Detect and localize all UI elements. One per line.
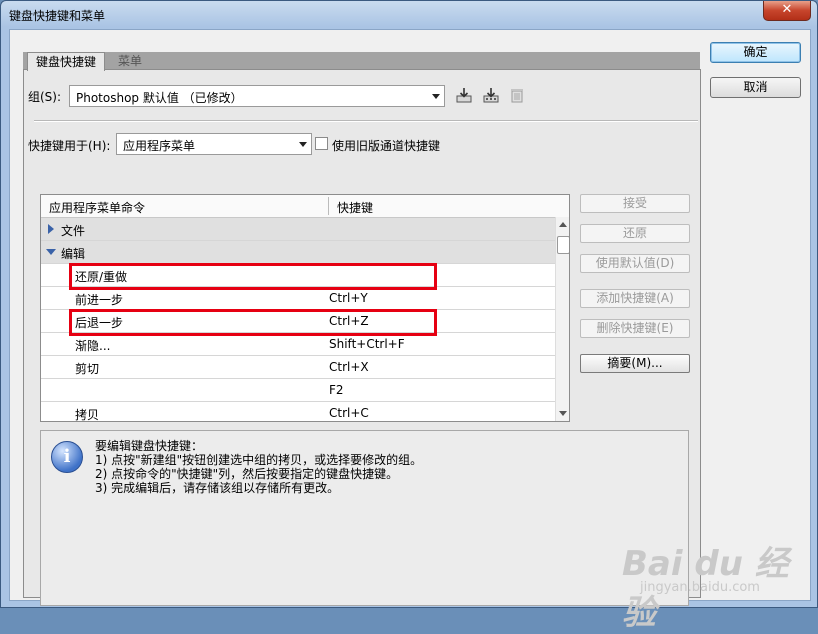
- row-command: 渐隐...: [75, 339, 111, 353]
- close-button[interactable]: ✕: [763, 1, 811, 21]
- chevron-down-icon: [299, 142, 307, 147]
- shortcuts-for-dropdown[interactable]: 应用程序菜单: [116, 133, 312, 155]
- table-row[interactable]: F2: [41, 379, 555, 402]
- table-header: 应用程序菜单命令 快捷键: [41, 195, 569, 218]
- watermark: Bai du 经验 jingyan.baidu.com: [622, 536, 810, 634]
- tab-menus[interactable]: 菜单: [110, 52, 150, 70]
- shortcuts-panel: 组(S): Photoshop 默认值 （已修改） 快捷键用于(H): 应用程序…: [23, 69, 701, 606]
- tab-keyboard-shortcuts[interactable]: 键盘快捷键: [27, 52, 106, 71]
- row-command: 前进一步: [75, 293, 124, 307]
- set-label: 组(S):: [28, 90, 62, 104]
- dialog-client: 键盘快捷键 菜单 组(S): Photoshop 默认值 （已修改） 快捷键用于…: [9, 29, 811, 633]
- column-divider: [328, 197, 329, 215]
- set-dropdown[interactable]: Photoshop 默认值 （已修改）: [69, 85, 445, 107]
- window-title: 键盘快捷键和菜单: [9, 9, 106, 23]
- shortcuts-for-value: 应用程序菜单: [123, 139, 196, 153]
- table-row[interactable]: 渐隐... Shift+Ctrl+F: [41, 333, 555, 356]
- title-bar[interactable]: 键盘快捷键和菜单 ✕: [1, 1, 817, 28]
- row-shortcut[interactable]: F2: [329, 383, 344, 397]
- table-row[interactable]: 文件: [41, 218, 555, 241]
- watermark-url: jingyan.baidu.com: [640, 580, 760, 595]
- row-command: 编辑: [61, 247, 86, 261]
- save-set-icon[interactable]: [455, 86, 473, 104]
- legacy-channel-checkbox[interactable]: [315, 137, 328, 150]
- column-header-command[interactable]: 应用程序菜单命令: [49, 199, 145, 216]
- summarize-button[interactable]: 摘要(M)...: [580, 354, 690, 373]
- row-shortcut[interactable]: Ctrl+X: [329, 360, 369, 374]
- row-shortcut[interactable]: Shift+Ctrl+F: [329, 337, 405, 351]
- set-value: Photoshop 默认值 （已修改）: [76, 91, 243, 105]
- row-command: 文件: [61, 224, 86, 238]
- scroll-thumb[interactable]: [557, 236, 569, 254]
- delete-shortcut-button[interactable]: 删除快捷键(E): [580, 319, 690, 338]
- row-command: 剪切: [75, 362, 100, 376]
- scroll-up-icon[interactable]: [559, 222, 567, 227]
- chevron-down-icon: [432, 94, 440, 99]
- undo-button[interactable]: 还原: [580, 224, 690, 243]
- table-row[interactable]: 剪切 Ctrl+X: [41, 356, 555, 379]
- info-icon: i: [51, 441, 83, 473]
- table-row[interactable]: 拷贝 Ctrl+C: [41, 402, 555, 422]
- info-line: 1) 点按"新建组"按钮创建选中组的拷贝，或选择要修改的组。: [95, 453, 423, 467]
- info-line: 2) 点按命令的"快捷键"列，然后按要指定的键盘快捷键。: [95, 467, 399, 481]
- legacy-channel-label: 使用旧版通道快捷键: [332, 139, 441, 153]
- highlight-box: [69, 309, 437, 336]
- column-header-shortcut[interactable]: 快捷键: [337, 199, 373, 216]
- dialog-window: 键盘快捷键和菜单 ✕ 键盘快捷键 菜单 组(S): Photoshop 默认值 …: [0, 0, 818, 633]
- ok-button[interactable]: 确定: [710, 42, 801, 63]
- highlight-box: [69, 263, 437, 290]
- table-row[interactable]: 编辑: [41, 241, 555, 264]
- collapse-arrow-icon[interactable]: [46, 249, 56, 255]
- add-shortcut-button[interactable]: 添加快捷键(A): [580, 289, 690, 308]
- info-text: 要编辑键盘快捷键： 1) 点按"新建组"按钮创建选中组的拷贝，或选择要修改的组。…: [95, 439, 422, 495]
- row-shortcut[interactable]: Ctrl+C: [329, 406, 369, 420]
- info-box: i 要编辑键盘快捷键： 1) 点按"新建组"按钮创建选中组的拷贝，或选择要修改的…: [40, 430, 689, 606]
- accept-button[interactable]: 接受: [580, 194, 690, 213]
- row-command: 拷贝: [75, 408, 100, 422]
- row-shortcut[interactable]: Ctrl+Y: [329, 291, 368, 305]
- cancel-button[interactable]: 取消: [710, 77, 801, 98]
- expand-arrow-icon[interactable]: [48, 224, 54, 234]
- shortcuts-table: 应用程序菜单命令 快捷键 文件 编辑 还原/重做 前进一步 Ctrl+Y 后退一…: [40, 194, 570, 422]
- divider: [34, 120, 698, 122]
- info-line: 要编辑键盘快捷键：: [95, 439, 204, 453]
- use-default-button[interactable]: 使用默认值(D): [580, 254, 690, 273]
- table-row[interactable]: 前进一步 Ctrl+Y: [41, 287, 555, 310]
- vertical-scrollbar[interactable]: [555, 217, 569, 421]
- save-set-as-icon[interactable]: [482, 86, 500, 104]
- info-line: 3) 完成编辑后，请存储该组以存储所有更改。: [95, 481, 340, 495]
- trash-icon[interactable]: [508, 86, 526, 104]
- shortcuts-for-label: 快捷键用于(H):: [28, 139, 111, 153]
- scroll-down-icon[interactable]: [559, 411, 567, 416]
